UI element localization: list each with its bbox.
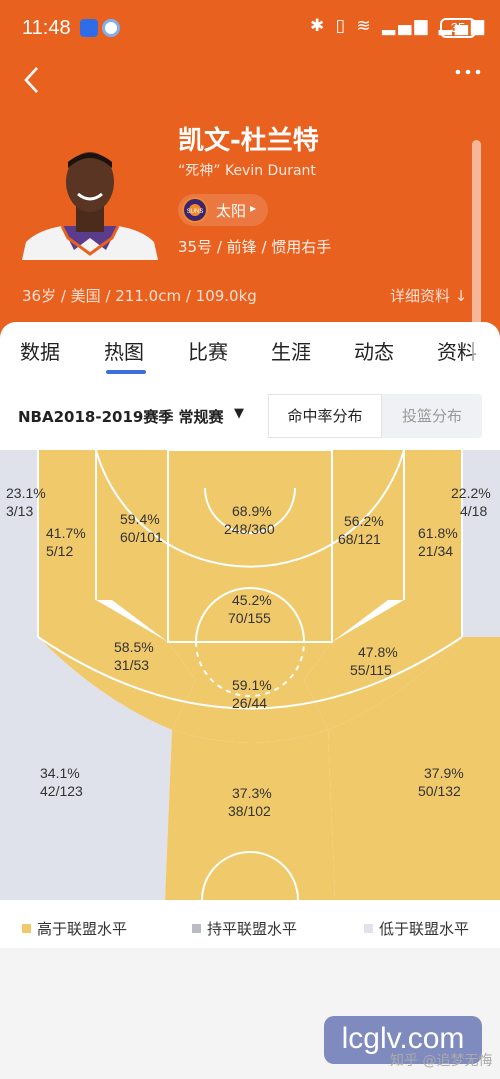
zone-made: 38/102 [228,803,271,819]
zhihu-watermark: 知乎 @追梦无悔 [390,1053,493,1069]
shot-heatmap: 23.1% 3/13 41.7% 5/12 59.4% 60/101 68.9%… [0,449,500,901]
notification-app-icon [102,19,120,37]
tab-career[interactable]: 生涯 [271,336,311,365]
zone-left-corner [0,450,38,637]
status-time: 11:48 [22,17,71,39]
legend-swatch-above [22,924,31,933]
zone-pct: 22.2% [451,485,491,501]
tab-data[interactable]: 数据 [20,336,60,365]
team-name: 太阳 [216,202,247,220]
caret-down-icon[interactable]: ▼ [234,406,244,421]
zone-pct: 58.5% [114,639,154,655]
chevron-left-icon [24,67,38,93]
details-link[interactable]: 详细资料 ↓ [390,285,467,306]
chevron-right-icon: ▸ [250,201,257,215]
legend-equal: 持平联盟水平 [192,918,297,939]
zone-pct: 41.7% [46,525,86,541]
zone-made: 31/53 [114,657,149,673]
suns-logo-icon: SUNS [182,197,208,223]
tab-games[interactable]: 比赛 [188,336,228,365]
team-logo-text: SUNS [187,209,204,215]
battery-icon: 35 [440,18,476,38]
zone-made: 68/121 [338,531,381,547]
zone-pct: 47.8% [358,644,398,660]
main-content: 数据 热图 比赛 生涯 动态 资料 NBA2018-2019赛季 常规赛 ▼ 命… [0,322,500,1079]
player-avatar [22,146,158,260]
scrollbar[interactable] [472,140,481,370]
tab-profile[interactable]: 资料 [437,336,477,365]
zone-pct: 37.9% [424,765,464,781]
court-svg: 23.1% 3/13 41.7% 5/12 59.4% 60/101 68.9%… [0,449,500,901]
zone-pct: 37.3% [232,785,272,801]
zone-made: 21/34 [418,543,453,559]
zone-pct: 23.1% [6,485,46,501]
active-tab-indicator [106,370,146,374]
more-horizontal-icon [455,69,481,75]
more-button[interactable] [452,62,486,92]
zone-pct: 59.1% [232,677,272,693]
team-chip[interactable]: SUNS 太阳 ▸ [178,194,268,226]
zone-pct: 45.2% [232,592,272,608]
legend-label: 低于联盟水平 [379,920,470,938]
tab-news[interactable]: 动态 [354,336,394,365]
tab-heatmap[interactable]: 热图 [104,336,144,365]
zone-pct: 68.9% [232,503,272,519]
tab-bar: 数据 热图 比赛 生涯 动态 资料 [0,322,500,378]
zone-pct: 56.2% [344,513,384,529]
zone-made: 4/18 [460,503,487,519]
zone-made: 248/360 [224,521,275,537]
legend-swatch-below [364,924,373,933]
zone-pct: 59.4% [120,511,160,527]
zone-pct: 61.8% [418,525,458,541]
toggle-accuracy[interactable]: 命中率分布 [268,394,382,438]
zone-pct: 34.1% [40,765,80,781]
player-header: 11:48 ✱ ▯ ≋ ▂▄▆ ▂▄▆ 35 凯文-杜兰特 “死神” Kevin… [0,0,500,340]
season-selector[interactable]: NBA2018-2019赛季 常规赛 [18,406,224,427]
player-nickname: “死神” Kevin Durant [178,163,316,179]
legend-swatch-equal [192,924,201,933]
legend-below: 低于联盟水平 [364,918,469,939]
zone-made: 50/132 [418,783,461,799]
player-name: 凯文-杜兰特 [178,126,319,156]
zone-made: 70/155 [228,610,271,626]
zone-made: 5/12 [46,543,73,559]
player-info: 35号 / 前锋 / 惯用右手 [178,238,332,256]
back-button[interactable] [20,64,50,98]
filter-row: NBA2018-2019赛季 常规赛 ▼ 命中率分布 投篮分布 [0,394,500,438]
legend: 高于联盟水平 持平联盟水平 低于联盟水平 [0,910,500,946]
zone-made: 55/115 [350,662,392,678]
zone-made: 3/13 [6,503,33,519]
view-toggle: 命中率分布 投篮分布 [268,394,482,438]
legend-above: 高于联盟水平 [22,918,127,939]
legend-label: 高于联盟水平 [37,920,128,938]
toggle-distribution[interactable]: 投篮分布 [382,394,482,438]
status-bar: 11:48 ✱ ▯ ≋ ▂▄▆ ▂▄▆ 35 [0,0,500,58]
player-bio: 36岁 / 美国 / 211.0cm / 109.0kg [22,287,257,305]
notification-app-icon [80,19,98,37]
zone-made: 26/44 [232,695,267,711]
legend-label: 持平联盟水平 [207,920,298,938]
zone-right-corner [462,450,500,637]
zone-made: 42/123 [40,783,83,799]
zone-made: 60/101 [120,529,163,545]
